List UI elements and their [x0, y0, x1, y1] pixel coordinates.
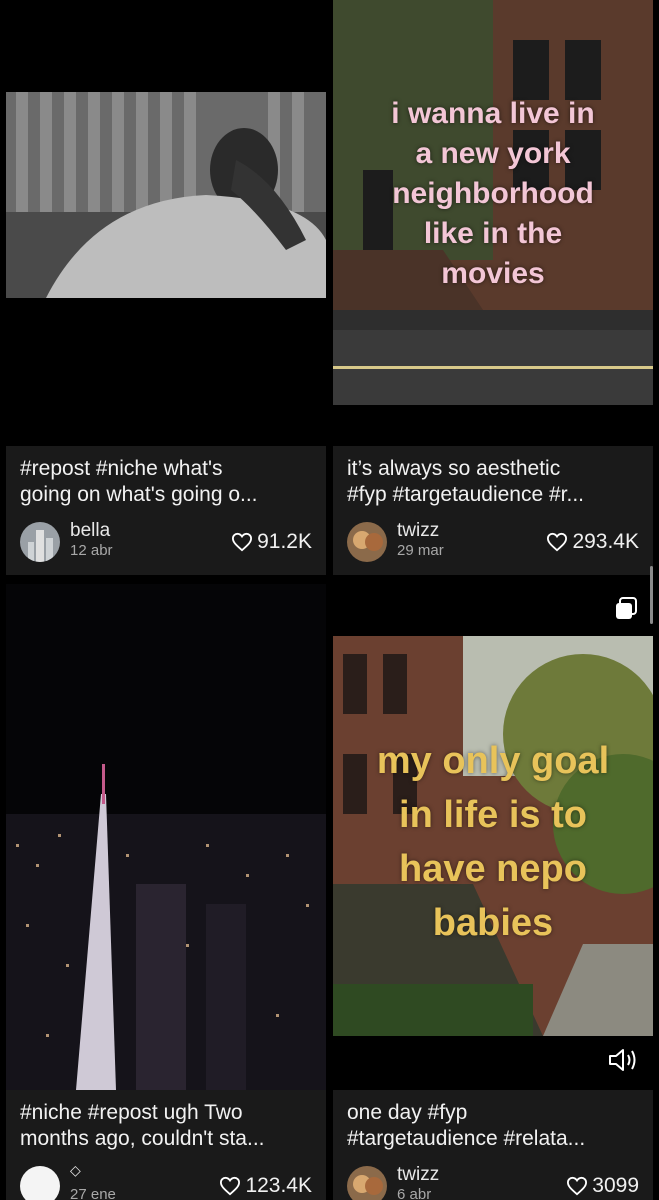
overlay-line: movies: [441, 257, 545, 290]
video-card-4[interactable]: my only goal in life is to have nepo bab…: [333, 584, 653, 1200]
overlay-line: have nepo: [399, 848, 587, 890]
card-meta: #niche #repost ugh Two months ago, could…: [6, 1090, 326, 1200]
caption-line: it’s always so aesthetic: [347, 457, 561, 480]
crying-man-thumbnail: [6, 0, 326, 446]
heart-icon: [547, 532, 568, 552]
card-meta: it’s always so aesthetic #fyp #targetaud…: [333, 446, 653, 575]
video-caption[interactable]: #niche #repost ugh Two months ago, could…: [20, 1100, 314, 1152]
card-meta: #repost #niche what's going on what's go…: [6, 446, 326, 575]
overlay-line: in life is to: [399, 794, 587, 836]
caption-line: #targetaudience #relata...: [347, 1127, 586, 1150]
author-name[interactable]: ◇: [70, 1162, 81, 1179]
like-count[interactable]: 3099: [566, 1174, 639, 1198]
overlay-line: babies: [432, 902, 554, 944]
avatar[interactable]: [347, 522, 387, 562]
nyc-night-thumbnail: [6, 584, 326, 1090]
author-row: bella 12 abr 91.2K: [20, 518, 312, 562]
like-count-value: 123.4K: [245, 1174, 312, 1197]
post-date: 27 ene: [70, 1186, 116, 1200]
caption-line: one day #fyp: [347, 1101, 468, 1124]
post-date: 12 abr: [70, 542, 113, 559]
video-thumbnail[interactable]: [6, 0, 326, 446]
heart-icon: [220, 1176, 241, 1196]
video-thumbnail[interactable]: i wanna live in a new york neighborhood …: [333, 0, 653, 446]
overlay-caption: i wanna live in a new york neighborhood …: [333, 94, 653, 294]
caption-line: #niche #repost ugh Two: [20, 1101, 243, 1124]
author-row: twizz 29 mar 293.4K: [347, 518, 639, 562]
author-name[interactable]: twizz: [397, 1164, 439, 1186]
author-row: ◇ 27 ene 123.4K: [20, 1162, 312, 1200]
overlay-line: my only goal: [376, 740, 610, 782]
overlay-line: like in the: [423, 217, 563, 250]
card-meta: one day #fyp #targetaudience #relata... …: [333, 1090, 653, 1200]
caption-line: months ago, couldn't sta...: [20, 1127, 265, 1150]
like-count-value: 91.2K: [257, 530, 312, 553]
avatar[interactable]: [20, 522, 60, 562]
caption-line: #fyp #targetaudience #r...: [347, 483, 584, 506]
heart-icon: [567, 1176, 588, 1196]
caption-line: going on what's going o...: [20, 483, 258, 506]
author-row: twizz 6 abr 3099: [347, 1162, 639, 1200]
post-date: 6 abr: [397, 1186, 432, 1200]
video-card-2[interactable]: i wanna live in a new york neighborhood …: [333, 0, 653, 575]
avatar[interactable]: [347, 1166, 387, 1200]
video-caption[interactable]: one day #fyp #targetaudience #relata...: [347, 1100, 641, 1152]
overlay-line: a new york: [415, 137, 571, 170]
overlay-line: neighborhood: [392, 177, 594, 210]
video-thumbnail[interactable]: [6, 584, 326, 1090]
post-date: 29 mar: [397, 542, 444, 559]
heart-icon: [232, 532, 253, 552]
speaker-icon[interactable]: [607, 1046, 639, 1074]
like-count-value: 293.4K: [572, 530, 639, 553]
video-card-3[interactable]: #niche #repost ugh Two months ago, could…: [6, 584, 326, 1200]
video-card-1[interactable]: #repost #niche what's going on what's go…: [6, 0, 326, 575]
like-count[interactable]: 91.2K: [231, 530, 312, 554]
video-thumbnail[interactable]: my only goal in life is to have nepo bab…: [333, 584, 653, 1090]
overlay-line: i wanna live in: [391, 97, 595, 130]
like-count[interactable]: 293.4K: [546, 530, 639, 554]
avatar[interactable]: [20, 1166, 60, 1200]
overlay-caption: my only goal in life is to have nepo bab…: [333, 734, 653, 950]
video-caption[interactable]: #repost #niche what's going on what's go…: [20, 456, 314, 508]
video-caption[interactable]: it’s always so aesthetic #fyp #targetaud…: [347, 456, 641, 508]
author-name[interactable]: bella: [70, 520, 110, 542]
author-name[interactable]: twizz: [397, 520, 439, 542]
like-count[interactable]: 123.4K: [219, 1174, 312, 1198]
scrollbar[interactable]: [650, 566, 653, 624]
like-count-value: 3099: [592, 1174, 639, 1197]
multi-photo-icon: [616, 597, 637, 619]
caption-line: #repost #niche what's: [20, 457, 223, 480]
